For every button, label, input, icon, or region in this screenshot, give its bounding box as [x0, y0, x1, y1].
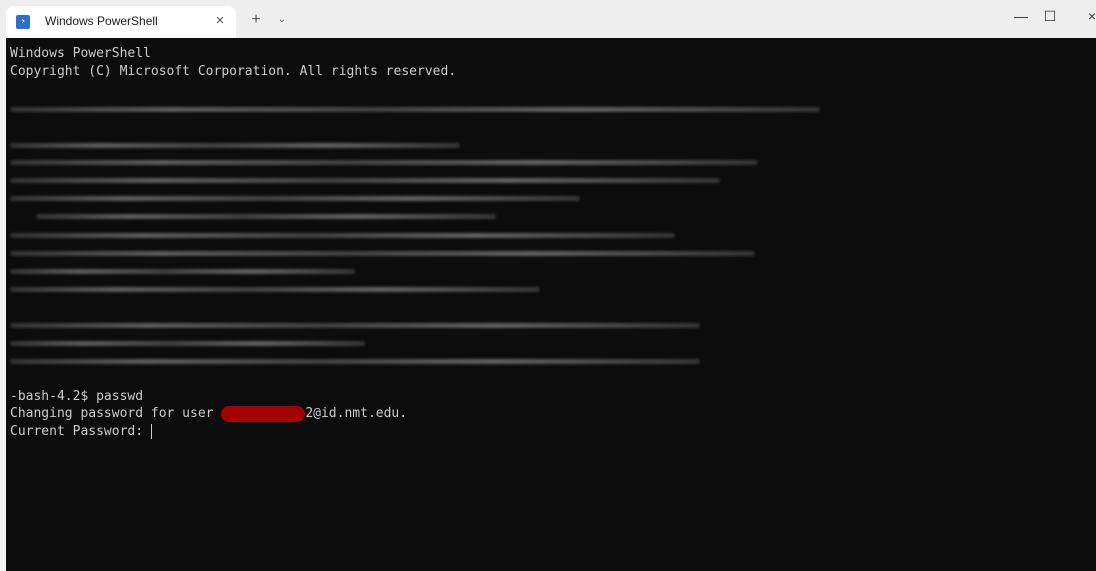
chevron-down-icon[interactable]: ⌄	[273, 11, 291, 29]
blurred-output-line	[10, 269, 355, 274]
blurred-output-line	[10, 107, 820, 112]
title-bar[interactable]: › Windows PowerShell × + ⌄ — ☐ ×	[0, 0, 1096, 38]
blurred-output-line	[10, 160, 758, 165]
blurred-output-line	[10, 233, 675, 238]
tab-close-icon[interactable]: ×	[211, 12, 229, 30]
terminal-copyright: Copyright (C) Microsoft Corporation. All…	[10, 64, 457, 79]
redacted-username	[221, 406, 306, 422]
text-cursor	[150, 424, 152, 439]
close-window-button[interactable]: ×	[1072, 0, 1096, 32]
bash-prompt-command: -bash-4.2$ passwd	[10, 389, 144, 404]
blurred-output-line	[10, 196, 580, 201]
powershell-icon: ›	[16, 15, 30, 29]
maximize-button[interactable]: ☐	[1030, 0, 1070, 32]
terminal-header-title: Windows PowerShell	[10, 46, 151, 61]
changing-password-line: Changing password for user 2@id.nmt.edu.	[10, 406, 407, 422]
changing-password-suffix: 2@id.nmt.edu.	[305, 406, 408, 421]
blurred-output-line	[10, 323, 700, 328]
blurred-output-line	[10, 359, 700, 364]
terminal-window: › Windows PowerShell × + ⌄ — ☐ × Windows…	[0, 0, 1096, 571]
tab-windows-powershell[interactable]: › Windows PowerShell ×	[6, 6, 236, 38]
terminal-output[interactable]: Windows PowerShell Copyright (C) Microso…	[6, 38, 1096, 571]
tab-title: Windows PowerShell	[45, 14, 158, 28]
current-password-line[interactable]: Current Password:	[10, 424, 152, 440]
blurred-output-line	[10, 287, 540, 292]
changing-password-prefix: Changing password for user	[10, 406, 222, 421]
blurred-output-line	[36, 214, 496, 219]
blurred-output-line	[10, 143, 460, 148]
new-tab-button[interactable]: +	[246, 11, 266, 29]
blurred-output-line	[10, 341, 365, 346]
blurred-output-line	[10, 251, 755, 256]
current-password-prompt: Current Password:	[10, 424, 151, 439]
blurred-output-line	[10, 178, 720, 183]
